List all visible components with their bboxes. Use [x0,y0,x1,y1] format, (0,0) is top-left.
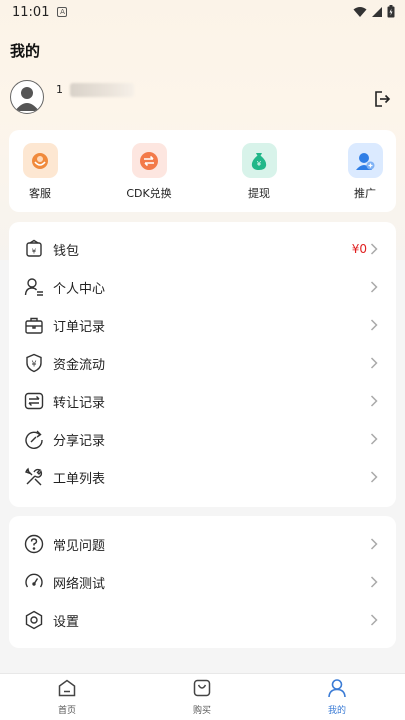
tools-icon [25,467,43,486]
chevron-right-icon [370,538,378,550]
svg-text:¥: ¥ [32,248,37,256]
menu-item-label: 设置 [53,614,80,630]
tab-buy[interactable]: 购买 [162,678,242,716]
menu-item-share-records[interactable]: 分享记录 [9,420,396,458]
home-icon [58,679,76,697]
tab-label: 首页 [57,706,76,716]
menu-item-faq[interactable]: 常见问题 [9,525,396,563]
chevron-right-icon [370,614,378,626]
svg-text:¥: ¥ [31,360,36,369]
quick-action-customer-service[interactable]: 客服 [4,143,76,201]
order-bag-icon [25,317,43,334]
menu-item-label: 网络测试 [53,576,106,592]
profile-icon [328,679,346,698]
quick-action-cdk[interactable]: CDK兑换 [113,143,185,201]
user-center-icon [24,278,43,296]
svg-text:¥: ¥ [257,160,262,168]
share-refresh-icon [25,430,43,449]
logout-button[interactable] [373,90,391,108]
tab-home[interactable]: 首页 [27,678,107,716]
chevron-right-icon [370,433,378,445]
menu-item-label: 转让记录 [53,395,106,411]
username: 1 [56,83,63,96]
quick-action-label: 提现 [248,187,270,200]
page-title: 我的 [10,42,41,60]
chevron-right-icon [370,395,378,407]
speed-gauge-icon [25,573,43,588]
quick-action-withdraw[interactable]: ¥ 提现 [223,143,295,201]
menu-item-label: 分享记录 [53,433,106,449]
settings-icon [25,610,43,630]
shield-yuan-icon: ¥ [26,353,42,373]
chevron-right-icon [370,576,378,588]
quick-action-promote[interactable]: 推广 [329,143,401,201]
profile-header: 1 [10,80,395,114]
promote-user-icon [347,143,383,178]
menu-item-label: 工单列表 [53,471,106,487]
wallet-balance: ¥0 [351,242,367,256]
quick-action-label: CDK兑换 [126,187,172,200]
menu-item-fund-flow[interactable]: ¥ 资金流动 [9,344,396,382]
menu-item-wallet[interactable]: ¥ 钱包 ¥0 [9,230,396,268]
menu-item-transfers[interactable]: 转让记录 [9,382,396,420]
quick-action-label: 客服 [29,187,51,200]
chevron-right-icon [370,357,378,369]
wallet-icon: ¥ [26,239,42,257]
chevron-right-icon [370,281,378,293]
default-avatar-icon [15,87,39,111]
quick-actions-card: 客服 CDK兑换 ¥ 提现 推广 [9,130,396,212]
tab-profile[interactable]: 我的 [297,678,377,716]
wifi-icon [353,6,367,17]
status-time: 11:01 [12,4,50,20]
menu-item-label: 钱包 [53,243,80,259]
tab-label: 购买 [192,706,211,716]
shopping-bag-icon [193,679,211,697]
bottom-tab-bar: 首页 购买 我的 [0,673,405,720]
tab-label: 我的 [327,706,346,716]
menu-card-main: ¥ 钱包 ¥0 个人中心 订单记录 ¥ 资金流动 转让记录 分享记录 工单列表 [9,222,396,507]
money-bag-icon: ¥ [241,143,277,178]
question-icon [24,534,44,554]
menu-item-orders[interactable]: 订单记录 [9,306,396,344]
avatar[interactable] [10,80,44,114]
chevron-right-icon [370,243,378,255]
menu-item-label: 个人中心 [53,281,106,297]
menu-card-secondary: 常见问题 网络测试 设置 [9,516,396,648]
status-indicators [353,5,395,18]
headset-icon [22,143,58,178]
cell-signal-icon [372,6,382,17]
chevron-right-icon [370,471,378,483]
menu-item-network-test[interactable]: 网络测试 [9,563,396,601]
menu-item-label: 常见问题 [53,538,106,554]
menu-item-label: 资金流动 [53,357,106,373]
chevron-right-icon [370,319,378,331]
exchange-icon [131,143,167,178]
notification-icon: A [57,7,68,17]
menu-item-label: 订单记录 [53,319,106,335]
menu-item-settings[interactable]: 设置 [9,601,396,639]
status-bar: 11:01 A [0,0,405,24]
menu-item-tickets[interactable]: 工单列表 [9,458,396,496]
logout-icon [375,91,391,107]
username-masked [70,83,134,97]
quick-action-label: 推广 [354,187,376,200]
transfer-icon [24,392,44,410]
battery-icon [387,5,395,18]
menu-item-user-center[interactable]: 个人中心 [9,268,396,306]
